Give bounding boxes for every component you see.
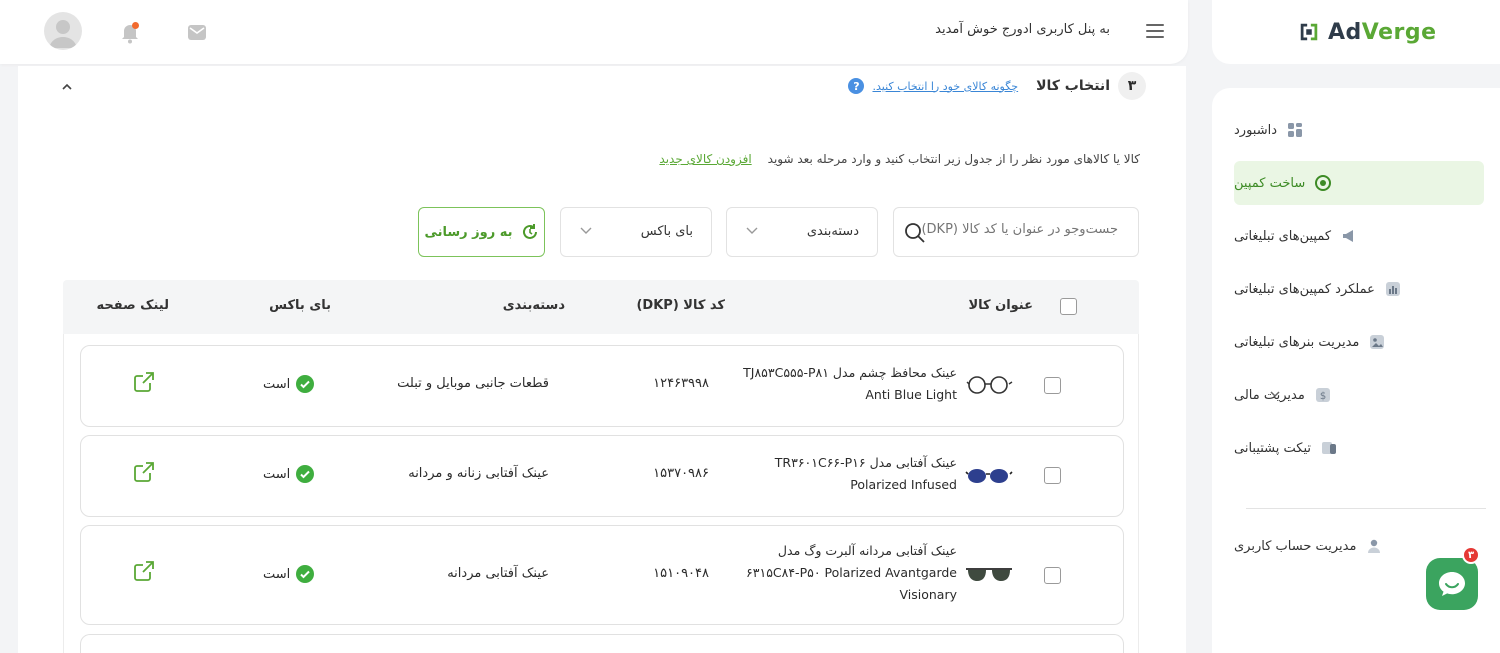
table-row[interactable]: عینک آفتابی مدل TR۳۶۰۱C۶۶-P۱۶ Polarized … bbox=[80, 435, 1124, 517]
chevron-down-icon[interactable] bbox=[1268, 387, 1282, 401]
welcome-text: به پنل کاربری ادورج خوش آمدید bbox=[935, 22, 1110, 37]
instruction-text: کالا یا کالاهای مورد نظر را از جدول زیر … bbox=[767, 152, 1140, 166]
refresh-button[interactable]: به روز رسانی bbox=[418, 207, 545, 257]
chart-icon bbox=[1385, 281, 1401, 297]
campaign-create-icon bbox=[1315, 175, 1332, 191]
user-icon bbox=[1366, 538, 1382, 554]
buybox-status: است bbox=[263, 465, 315, 483]
mail-icon[interactable] bbox=[188, 25, 206, 40]
chevron-up-icon[interactable] bbox=[60, 80, 74, 94]
ticket-icon bbox=[1321, 440, 1337, 456]
image-icon bbox=[1369, 334, 1385, 350]
product-title: عینک آفتابی مردانه آلبرت وگ مدل ۶۳۱۵C۸۴-… bbox=[746, 543, 957, 602]
sidebar-item-label: مدیریت بنرهای تبلیغاتی bbox=[1234, 334, 1360, 350]
top-header: به پنل کاربری ادورج خوش آمدید bbox=[0, 0, 1188, 64]
column-category: دسته‌بندی bbox=[502, 298, 565, 313]
table-body: عینک محافظ چشم مدل TJ۸۵۳C۵۵۵-P۸۱ Anti Bl… bbox=[63, 334, 1139, 653]
product-dkp: ۱۲۴۶۳۹۹۸ bbox=[653, 376, 709, 391]
megaphone-icon bbox=[1341, 228, 1357, 244]
buybox-status: است bbox=[263, 375, 315, 393]
sidebar-item-campaign-performance[interactable]: عملکرد کمپین‌های تبلیغاتی bbox=[1234, 267, 1484, 311]
column-dkp: کد کالا (DKP) bbox=[636, 298, 725, 313]
category-select-value: دسته‌بندی bbox=[806, 224, 859, 239]
dashboard-icon bbox=[1287, 122, 1303, 138]
sidebar-item-label: مدیریت حساب کاربری bbox=[1234, 538, 1357, 554]
product-thumbnail bbox=[965, 469, 1013, 483]
sidebar-item-banners[interactable]: مدیریت بنرهای تبلیغاتی bbox=[1234, 320, 1484, 364]
money-icon: $ bbox=[1315, 387, 1331, 403]
product-dkp: ۱۵۳۷۰۹۸۶ bbox=[653, 466, 709, 481]
sidebar-item-create-campaign[interactable]: ساخت کمپین bbox=[1234, 161, 1484, 205]
sidebar-item-finance[interactable]: مدیریت مالی $ bbox=[1234, 373, 1484, 417]
sidebar-item-label: داشبورد bbox=[1234, 122, 1277, 138]
row-checkbox[interactable] bbox=[1044, 467, 1061, 484]
product-thumbnail bbox=[966, 376, 1013, 394]
svg-text:$: $ bbox=[1320, 391, 1326, 402]
help-link[interactable]: چگونه کالای خود را انتخاب کنید. bbox=[872, 80, 1018, 93]
row-checkbox[interactable] bbox=[1044, 377, 1061, 394]
product-title: عینک آفتابی مدل TR۳۶۰۱C۶۶-P۱۶ Polarized … bbox=[774, 455, 957, 492]
sidebar-item-campaigns[interactable]: کمپین‌های تبلیغاتی bbox=[1234, 214, 1484, 258]
chevron-down-icon bbox=[580, 227, 592, 234]
select-all-checkbox[interactable] bbox=[1060, 298, 1077, 315]
product-dkp: ۱۵۱۰۹۰۴۸ bbox=[653, 566, 709, 581]
product-category: عینک آفتابی مردانه bbox=[447, 566, 549, 581]
table-row[interactable] bbox=[80, 634, 1124, 653]
refresh-button-label: به روز رسانی bbox=[424, 224, 513, 240]
search-input[interactable] bbox=[918, 222, 1118, 237]
sidebar-item-label: کمپین‌های تبلیغاتی bbox=[1234, 228, 1332, 244]
external-link-icon[interactable] bbox=[133, 560, 155, 582]
avatar[interactable] bbox=[44, 12, 82, 50]
column-link: لینک صفحه bbox=[96, 298, 169, 313]
help-icon[interactable]: ? bbox=[848, 78, 865, 94]
step-number: ۳ bbox=[1118, 72, 1146, 100]
brand-header: AdVerge bbox=[1212, 0, 1500, 64]
search-icon[interactable] bbox=[904, 222, 926, 244]
sidebar-divider bbox=[1246, 508, 1486, 509]
logo[interactable]: AdVerge bbox=[1298, 20, 1437, 45]
check-circle-icon bbox=[296, 465, 315, 483]
chat-icon bbox=[1439, 572, 1465, 596]
table-row[interactable]: عینک آفتابی مردانه آلبرت وگ مدل ۶۳۱۵C۸۴-… bbox=[80, 525, 1124, 625]
table-header: عنوان کالا کد کالا (DKP) دسته‌بندی بای ب… bbox=[63, 280, 1139, 334]
step-header: ۳ انتخاب کالا چگونه کالای خود را انتخاب … bbox=[848, 72, 1146, 100]
menu-icon[interactable] bbox=[1146, 24, 1164, 38]
product-thumbnail bbox=[966, 568, 1012, 581]
sidebar-item-dashboard[interactable]: داشبورد bbox=[1234, 108, 1484, 152]
main-content: ۳ انتخاب کالا چگونه کالای خود را انتخاب … bbox=[18, 66, 1186, 653]
column-buybox: بای باکس bbox=[269, 298, 331, 313]
brand-name: AdVerge bbox=[1328, 19, 1437, 45]
bell-icon[interactable] bbox=[120, 22, 140, 44]
external-link-icon[interactable] bbox=[133, 461, 155, 483]
buybox-status: است bbox=[263, 565, 315, 583]
product-category: عینک آفتابی زنانه و مردانه bbox=[408, 466, 549, 481]
instruction: کالا یا کالاهای مورد نظر را از جدول زیر … bbox=[659, 152, 1140, 166]
column-title: عنوان کالا bbox=[968, 298, 1033, 313]
sidebar-item-label: ساخت کمپین bbox=[1234, 175, 1306, 191]
category-select[interactable]: دسته‌بندی bbox=[726, 207, 878, 257]
chat-badge: ۳ bbox=[1462, 546, 1480, 564]
product-category: قطعات جانبی موبایل و تبلت bbox=[397, 376, 549, 391]
external-link-icon[interactable] bbox=[133, 371, 155, 393]
buybox-select-value: بای باکس bbox=[640, 224, 693, 239]
row-checkbox[interactable] bbox=[1044, 567, 1061, 584]
buybox-select[interactable]: بای باکس bbox=[560, 207, 712, 257]
check-circle-icon bbox=[296, 375, 315, 393]
chat-button[interactable] bbox=[1426, 558, 1478, 610]
sidebar-item-label: تیکت پشتیبانی bbox=[1234, 440, 1312, 456]
sidebar-item-ticket[interactable]: تیکت پشتیبانی bbox=[1234, 426, 1484, 470]
table-row[interactable]: عینک محافظ چشم مدل TJ۸۵۳C۵۵۵-P۸۱ Anti Bl… bbox=[80, 345, 1124, 427]
search-box bbox=[893, 207, 1139, 257]
step-title: انتخاب کالا bbox=[1036, 78, 1110, 94]
product-title: عینک محافظ چشم مدل TJ۸۵۳C۵۵۵-P۸۱ Anti Bl… bbox=[743, 365, 957, 402]
sidebar-item-label: عملکرد کمپین‌های تبلیغاتی bbox=[1234, 281, 1375, 297]
refresh-icon bbox=[522, 224, 537, 239]
logo-mark-icon bbox=[1300, 23, 1318, 41]
add-product-link[interactable]: افزودن کالای جدید bbox=[659, 152, 751, 166]
check-circle-icon bbox=[296, 565, 315, 583]
chevron-down-icon bbox=[746, 227, 758, 234]
